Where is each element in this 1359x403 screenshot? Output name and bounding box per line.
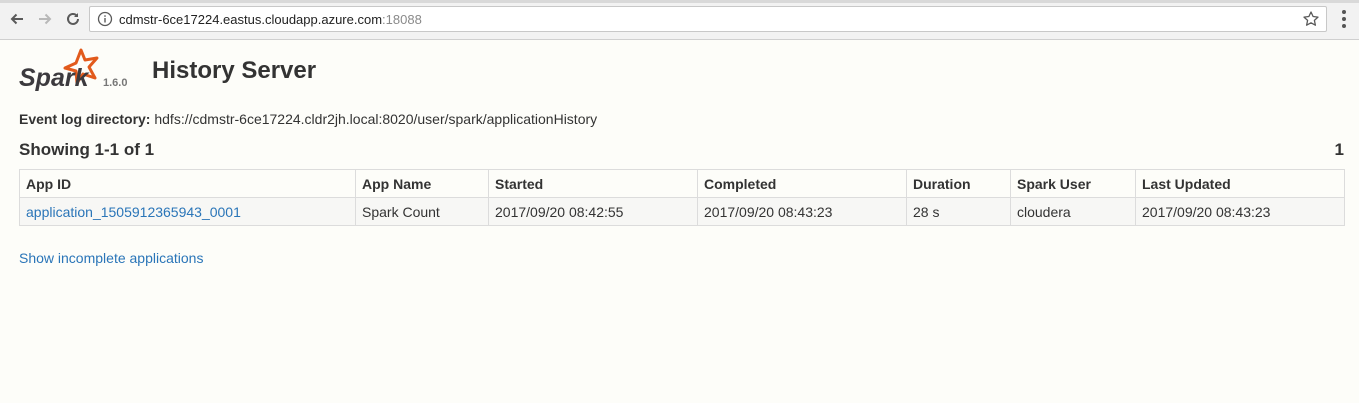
table-row: application_1505912365943_0001 Spark Cou… xyxy=(19,197,1345,226)
event-log-directory: Event log directory: hdfs://cdmstr-6ce17… xyxy=(19,111,597,127)
browser-toolbar: cdmstr-6ce17224.eastus.cloudapp.azure.co… xyxy=(0,0,1359,40)
url-text[interactable]: cdmstr-6ce17224.eastus.cloudapp.azure.co… xyxy=(119,12,422,27)
event-log-label: Event log directory: xyxy=(19,111,151,127)
cell-completed: 2017/09/20 08:43:23 xyxy=(697,197,907,226)
column-header-app-name[interactable]: App Name xyxy=(355,169,489,198)
cell-app-name: Spark Count xyxy=(355,197,489,226)
forward-arrow-icon xyxy=(39,13,52,25)
column-header-app-id[interactable]: App ID xyxy=(19,169,356,198)
browser-menu-icon[interactable] xyxy=(1335,8,1353,30)
address-bar[interactable]: cdmstr-6ce17224.eastus.cloudapp.azure.co… xyxy=(89,6,1327,32)
bookmark-star-icon[interactable] xyxy=(1302,10,1320,28)
reload-icon xyxy=(67,12,79,25)
logo-text: Spark xyxy=(19,64,90,92)
column-header-started[interactable]: Started xyxy=(488,169,698,198)
url-port: :18088 xyxy=(382,12,422,27)
cell-spark-user: cloudera xyxy=(1010,197,1136,226)
event-log-path: hdfs://cdmstr-6ce17224.cldr2jh.local:802… xyxy=(154,111,598,127)
column-header-spark-user[interactable]: Spark User xyxy=(1010,169,1136,198)
page-header: Spark 1.6.0 History Server xyxy=(19,48,619,98)
page-number-link[interactable]: 1 xyxy=(1335,140,1344,160)
info-icon[interactable] xyxy=(97,11,113,27)
show-incomplete-applications-link[interactable]: Show incomplete applications xyxy=(19,250,203,266)
app-id-link[interactable]: application_1505912365943_0001 xyxy=(26,204,241,220)
cell-app-id: application_1505912365943_0001 xyxy=(19,197,356,226)
cell-started: 2017/09/20 08:42:55 xyxy=(488,197,698,226)
reload-button[interactable] xyxy=(62,8,84,30)
back-arrow-icon xyxy=(10,13,23,25)
spark-logo[interactable]: Spark xyxy=(19,48,109,94)
cell-last-updated: 2017/09/20 08:43:23 xyxy=(1135,197,1345,226)
cell-duration: 28 s xyxy=(906,197,1011,226)
forward-button[interactable] xyxy=(34,8,56,30)
table-header-row: App ID App Name Started Completed Durati… xyxy=(19,169,1345,198)
spark-version: 1.6.0 xyxy=(103,77,128,89)
showing-count: Showing 1-1 of 1 xyxy=(19,140,155,159)
column-header-last-updated[interactable]: Last Updated xyxy=(1135,169,1345,198)
page-title: History Server xyxy=(152,57,317,84)
column-header-completed[interactable]: Completed xyxy=(697,169,907,198)
tab-strip xyxy=(0,0,1359,3)
back-button[interactable] xyxy=(6,8,28,30)
column-header-duration[interactable]: Duration xyxy=(906,169,1011,198)
url-host: cdmstr-6ce17224.eastus.cloudapp.azure.co… xyxy=(119,12,383,27)
applications-table: App ID App Name Started Completed Durati… xyxy=(19,169,1345,226)
